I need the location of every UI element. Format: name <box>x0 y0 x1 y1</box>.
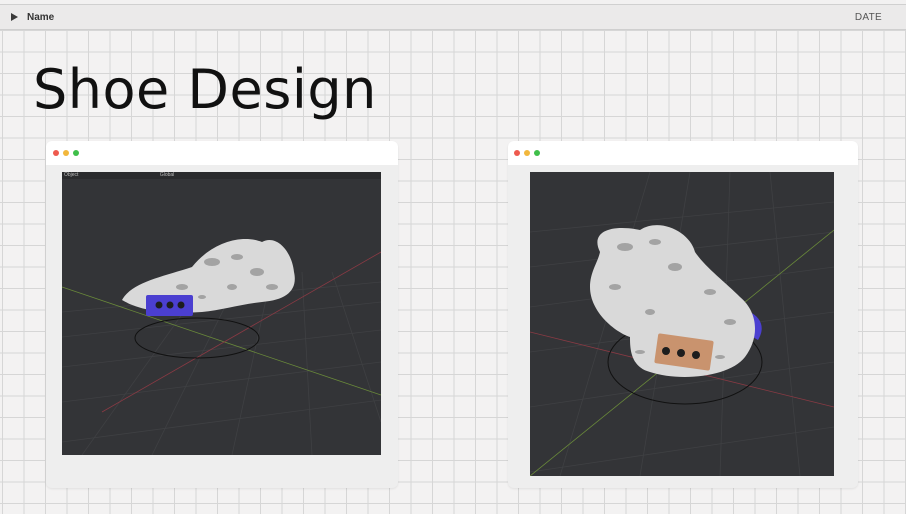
image-window-left[interactable]: Object Global <box>46 141 398 488</box>
name-label: Name <box>27 12 55 23</box>
viewport-toolbar: Object Global <box>62 172 381 179</box>
3d-viewport-right[interactable] <box>530 172 834 476</box>
window-titlebar <box>46 141 398 165</box>
viewport-scene-left <box>62 239 381 455</box>
minimize-dot-icon[interactable] <box>524 150 530 156</box>
collapsible-header[interactable]: Name DATE <box>0 4 906 30</box>
minimize-dot-icon[interactable] <box>63 150 69 156</box>
date-label: DATE <box>854 12 882 23</box>
transform-orientation[interactable]: Global <box>160 172 174 178</box>
maximize-dot-icon[interactable] <box>534 150 540 156</box>
close-dot-icon[interactable] <box>514 150 520 156</box>
3d-viewport-left[interactable]: Object Global <box>62 172 381 455</box>
page-title: Shoe Design <box>33 58 377 121</box>
window-titlebar <box>508 141 858 165</box>
viewport-scene-right <box>530 172 834 476</box>
image-window-right[interactable] <box>508 141 858 488</box>
close-dot-icon[interactable] <box>53 150 59 156</box>
maximize-dot-icon[interactable] <box>73 150 79 156</box>
expand-triangle-icon[interactable] <box>11 13 18 21</box>
viewport-mode-text: Object <box>64 172 79 178</box>
